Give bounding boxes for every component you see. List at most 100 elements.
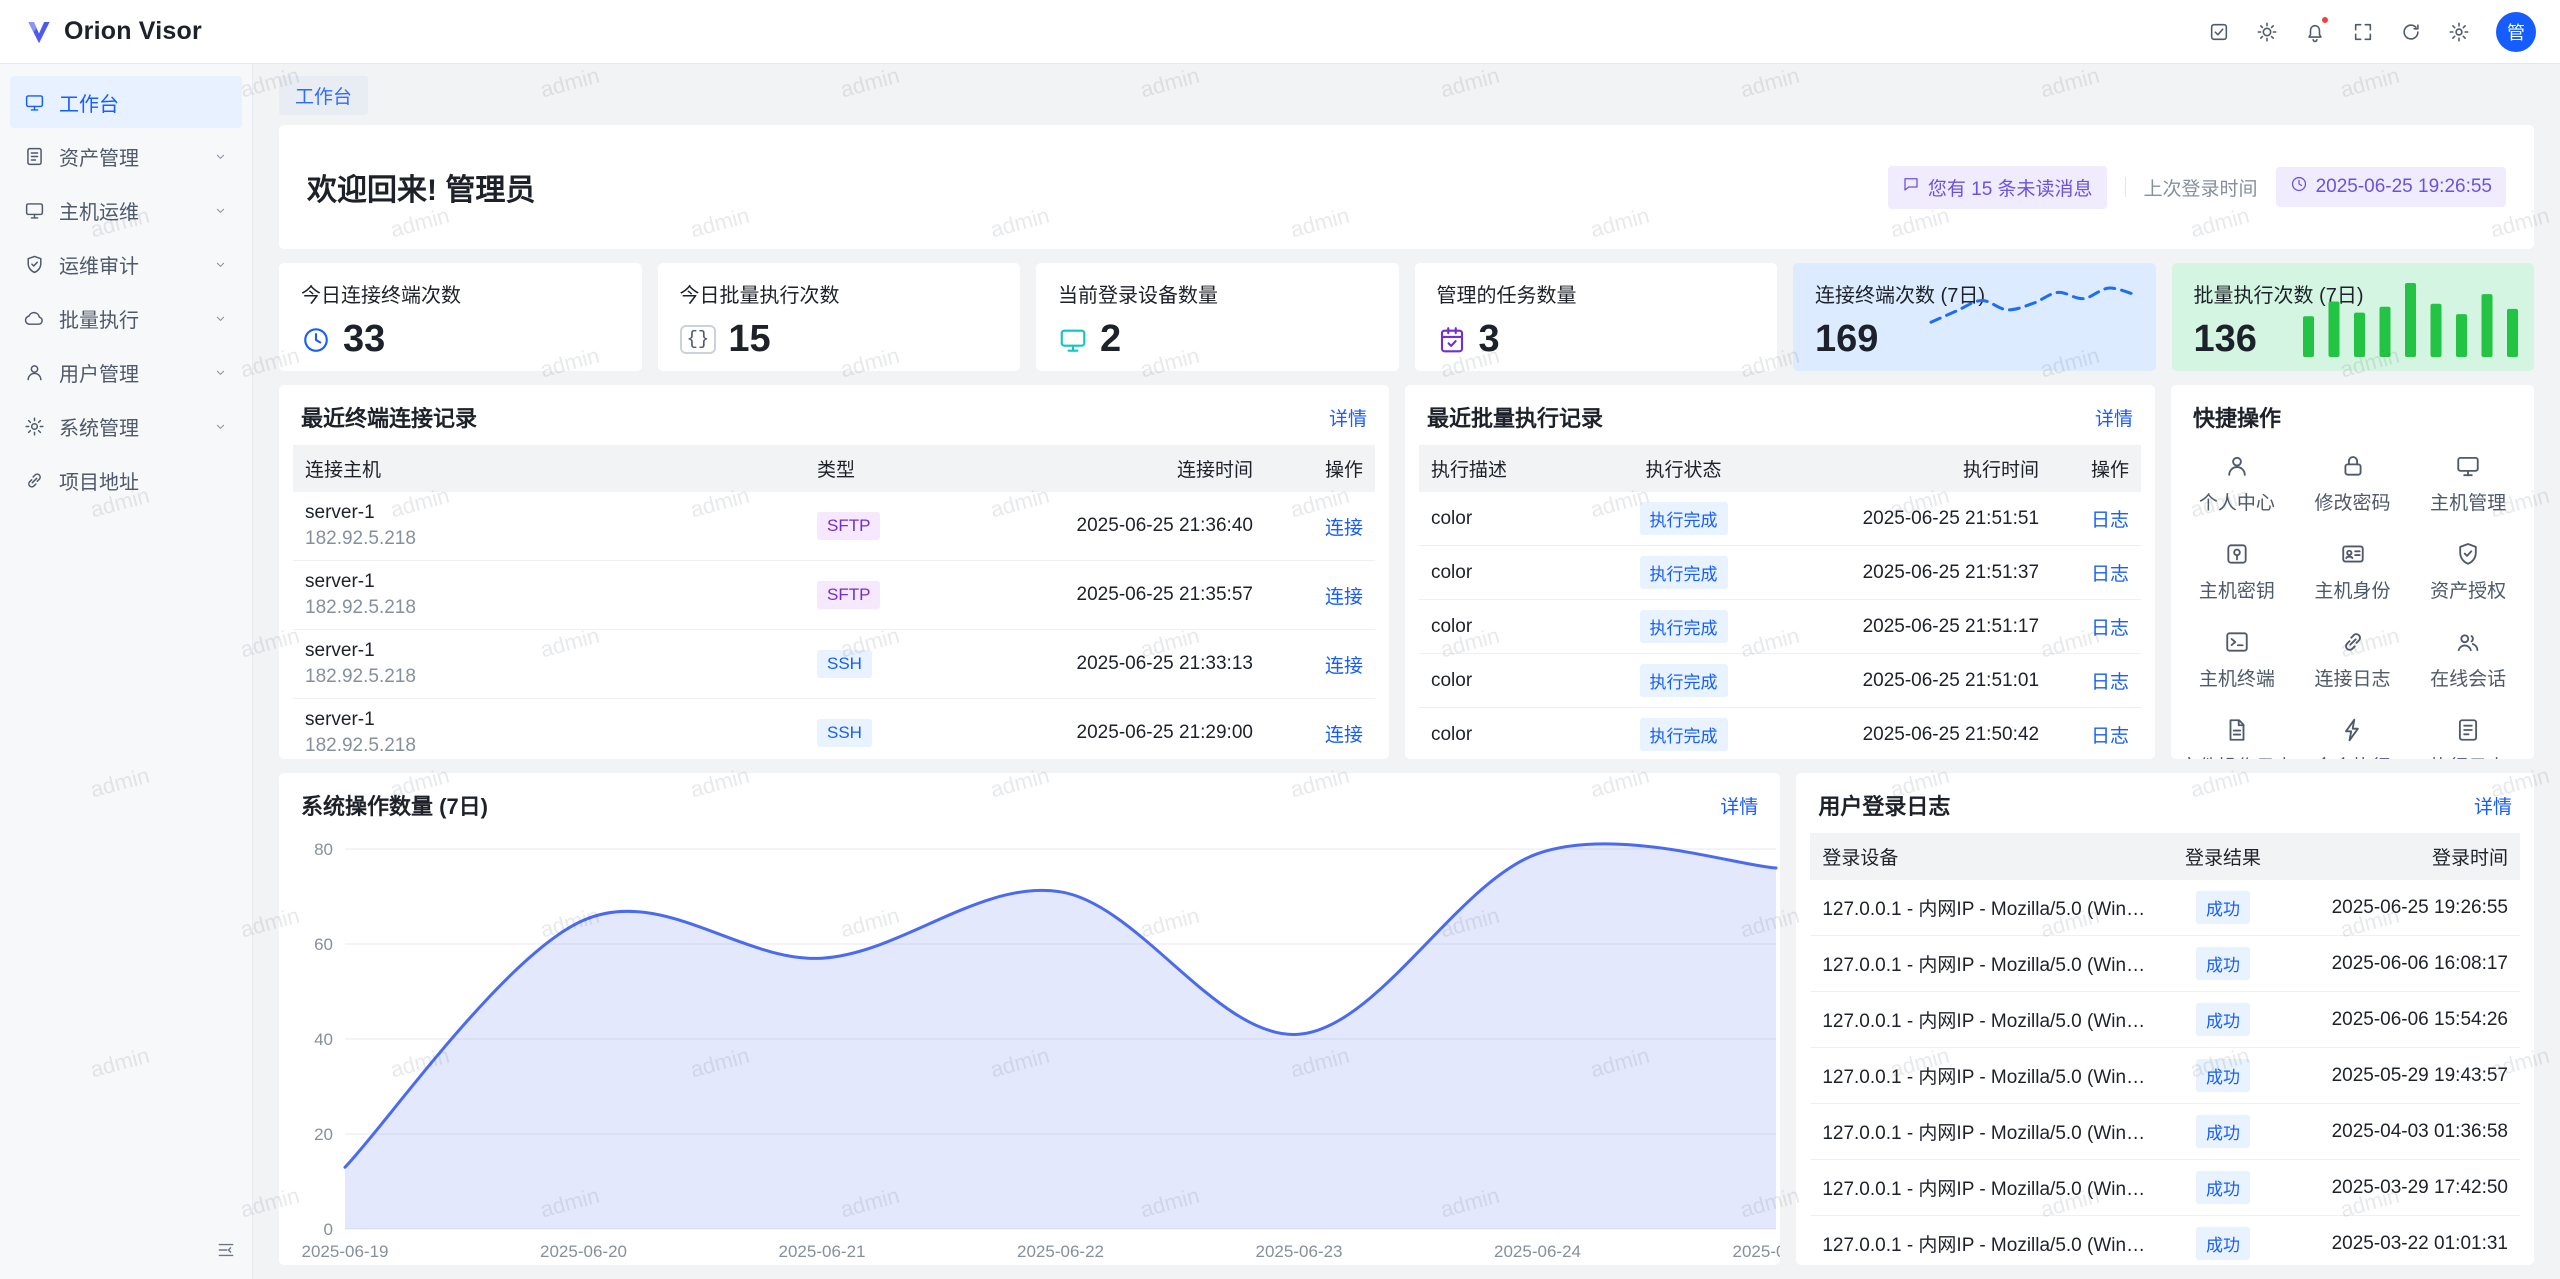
login-log-row: 127.0.0.1 - 内网IP - Mozilla/5.0 (Windows …: [1810, 1160, 2520, 1216]
sidebar-collapse-button[interactable]: [216, 1240, 236, 1265]
host-name: server-1: [305, 571, 793, 593]
mid-row: 最近终端连接记录 详情 连接主机类型连接时间操作 server-1182.92.…: [279, 385, 2534, 759]
login-time: 2025-03-29 17:42:50: [2288, 1160, 2520, 1216]
quick-action-execute-log[interactable]: 执行日志: [2410, 717, 2526, 759]
exec-status-badge: 执行完成: [1640, 556, 1728, 589]
theme-button[interactable]: [2246, 11, 2288, 53]
exec-time: 2025-06-25 21:51:37: [1776, 546, 2051, 600]
quick-action-change-password[interactable]: 修改密码: [2295, 453, 2411, 515]
quick-action-host-identity[interactable]: 主机身份: [2295, 541, 2411, 603]
batch-record-row: color 执行完成 2025-06-25 21:51:51 日志: [1419, 492, 2141, 546]
quick-action-label: 个人中心: [2199, 488, 2275, 515]
connect-link[interactable]: 连接: [1325, 656, 1363, 677]
sidebar-item-label: 批量执行: [59, 304, 139, 333]
exec-time: 2025-06-25 21:51:17: [1776, 600, 2051, 654]
column-header: 登录结果: [2158, 833, 2288, 880]
exec-status-badge: 执行完成: [1640, 664, 1728, 697]
sidebar-item-project-link[interactable]: 项目地址: [10, 454, 242, 506]
stat-label: 当前登录设备数量: [1058, 279, 1377, 308]
sidebar-item-ops-audit[interactable]: 运维审计: [10, 238, 242, 290]
unread-messages-badge[interactable]: 您有 15 条未读消息: [1888, 166, 2107, 209]
login-result-badge: 成功: [2196, 1171, 2250, 1204]
sidebar-item-system-management[interactable]: 系统管理: [10, 400, 242, 452]
quick-action-host-management[interactable]: 主机管理: [2410, 453, 2526, 515]
login-time: 2025-06-06 16:08:17: [2288, 936, 2520, 992]
monitor-icon: [1058, 325, 1088, 355]
login-device: 127.0.0.1 - 内网IP - Mozilla/5.0 (Windows …: [1810, 1160, 2158, 1216]
quick-action-file-operation-log[interactable]: 文件操作日志: [2179, 717, 2295, 759]
todo-button[interactable]: [2198, 11, 2240, 53]
last-login-time-text: 2025-06-25 19:26:55: [2316, 176, 2492, 198]
table-header-row: 连接主机类型连接时间操作: [293, 445, 1375, 492]
quick-action-connect-log[interactable]: 连接日志: [2295, 629, 2411, 691]
login-device: 127.0.0.1 - 内网IP - Mozilla/5.0 (Windows …: [1810, 1216, 2158, 1266]
login-log-row: 127.0.0.1 - 内网IP - Mozilla/5.0 (Windows …: [1810, 1216, 2520, 1266]
connect-link[interactable]: 连接: [1325, 587, 1363, 608]
stat-label: 今日批量执行次数: [680, 279, 999, 308]
log-link[interactable]: 日志: [2091, 672, 2129, 693]
clock-icon: [2290, 175, 2308, 193]
stat-card-3: 管理的任务数量 3: [1415, 263, 1778, 371]
protocol-tag: SSH: [817, 719, 872, 747]
terminal-records-title: 最近终端连接记录: [301, 401, 477, 433]
execlog-icon: [2455, 717, 2481, 743]
login-result-badge: 成功: [2196, 1003, 2250, 1036]
quick-action-label: 连接日志: [2314, 664, 2390, 691]
login-result-badge: 成功: [2196, 1115, 2250, 1148]
refresh-button[interactable]: [2390, 11, 2432, 53]
sidebar-item-host-ops[interactable]: 主机运维: [10, 184, 242, 236]
sidebar-item-batch-execute[interactable]: 批量执行: [10, 292, 242, 344]
breadcrumb-item-workbench[interactable]: 工作台: [279, 76, 368, 115]
quick-action-host-key[interactable]: 主机密钥: [2179, 541, 2295, 603]
sidebar-item-workbench[interactable]: 工作台: [10, 76, 242, 128]
column-header: 连接时间: [955, 445, 1265, 492]
system-ops-detail-link[interactable]: 详情: [1720, 792, 1758, 819]
message-icon: [1902, 175, 1920, 193]
system-ops-chart-card: 系统操作数量 (7日) 详情 0204060802025-06-192025-0…: [279, 773, 1780, 1265]
stat-minichart: [1925, 277, 2140, 360]
login-time: 2025-06-06 15:54:26: [2288, 992, 2520, 1048]
connect-time: 2025-06-25 21:35:57: [955, 561, 1265, 630]
login-logs-detail-link[interactable]: 详情: [2474, 792, 2512, 819]
log-link[interactable]: 日志: [2091, 618, 2129, 639]
login-logs-title: 用户登录日志: [1818, 789, 1950, 821]
app-header: Orion Visor 管: [0, 0, 2560, 64]
sidebar-item-user-management[interactable]: 用户管理: [10, 346, 242, 398]
log-link[interactable]: 日志: [2091, 726, 2129, 747]
quick-action-command-execute[interactable]: 命令执行: [2295, 717, 2411, 759]
svg-text:80: 80: [314, 840, 333, 859]
terminal-record-row: server-1182.92.5.218 SSH 2025-06-25 21:2…: [293, 699, 1375, 760]
settings-button[interactable]: [2438, 11, 2480, 53]
system-ops-chart-body: 0204060802025-06-192025-06-202025-06-212…: [279, 833, 1780, 1265]
host-name: server-1: [305, 502, 793, 524]
connect-link[interactable]: 连接: [1325, 725, 1363, 746]
sidebar: 工作台资产管理主机运维运维审计批量执行用户管理系统管理项目地址: [0, 64, 253, 1279]
sidebar-item-asset-management[interactable]: 资产管理: [10, 130, 242, 182]
clock-icon-slot: [2290, 175, 2308, 199]
batch-records-detail-link[interactable]: 详情: [2095, 404, 2133, 431]
breadcrumb: 工作台: [279, 76, 2534, 115]
svg-text:40: 40: [314, 1030, 333, 1049]
user-avatar[interactable]: 管: [2496, 12, 2536, 52]
welcome-meta: 您有 15 条未读消息 上次登录时间 2025-06-25 19:26:55: [1888, 166, 2506, 209]
lock-icon: [2340, 453, 2366, 479]
idcard-icon: [2340, 541, 2366, 567]
svg-text:2025-06-20: 2025-06-20: [540, 1242, 627, 1261]
fullscreen-button[interactable]: [2342, 11, 2384, 53]
connect-link[interactable]: 连接: [1325, 518, 1363, 539]
app-logo[interactable]: Orion Visor: [24, 17, 202, 47]
log-link[interactable]: 日志: [2091, 564, 2129, 585]
exec-description: color: [1419, 546, 1591, 600]
notification-button[interactable]: [2294, 11, 2336, 53]
batch-records-table: 执行描述执行状态执行时间操作 color 执行完成 2025-06-25 21:…: [1419, 445, 2141, 759]
quick-action-host-terminal[interactable]: 主机终端: [2179, 629, 2295, 691]
host-name: server-1: [305, 709, 793, 731]
terminal-icon: [2224, 629, 2250, 655]
log-link[interactable]: 日志: [2091, 510, 2129, 531]
terminal-records-detail-link[interactable]: 详情: [1329, 404, 1367, 431]
column-header: 执行时间: [1776, 445, 2051, 492]
column-header: 类型: [805, 445, 955, 492]
quick-action-personal-center[interactable]: 个人中心: [2179, 453, 2295, 515]
quick-action-asset-authorization[interactable]: 资产授权: [2410, 541, 2526, 603]
quick-action-online-session[interactable]: 在线会话: [2410, 629, 2526, 691]
